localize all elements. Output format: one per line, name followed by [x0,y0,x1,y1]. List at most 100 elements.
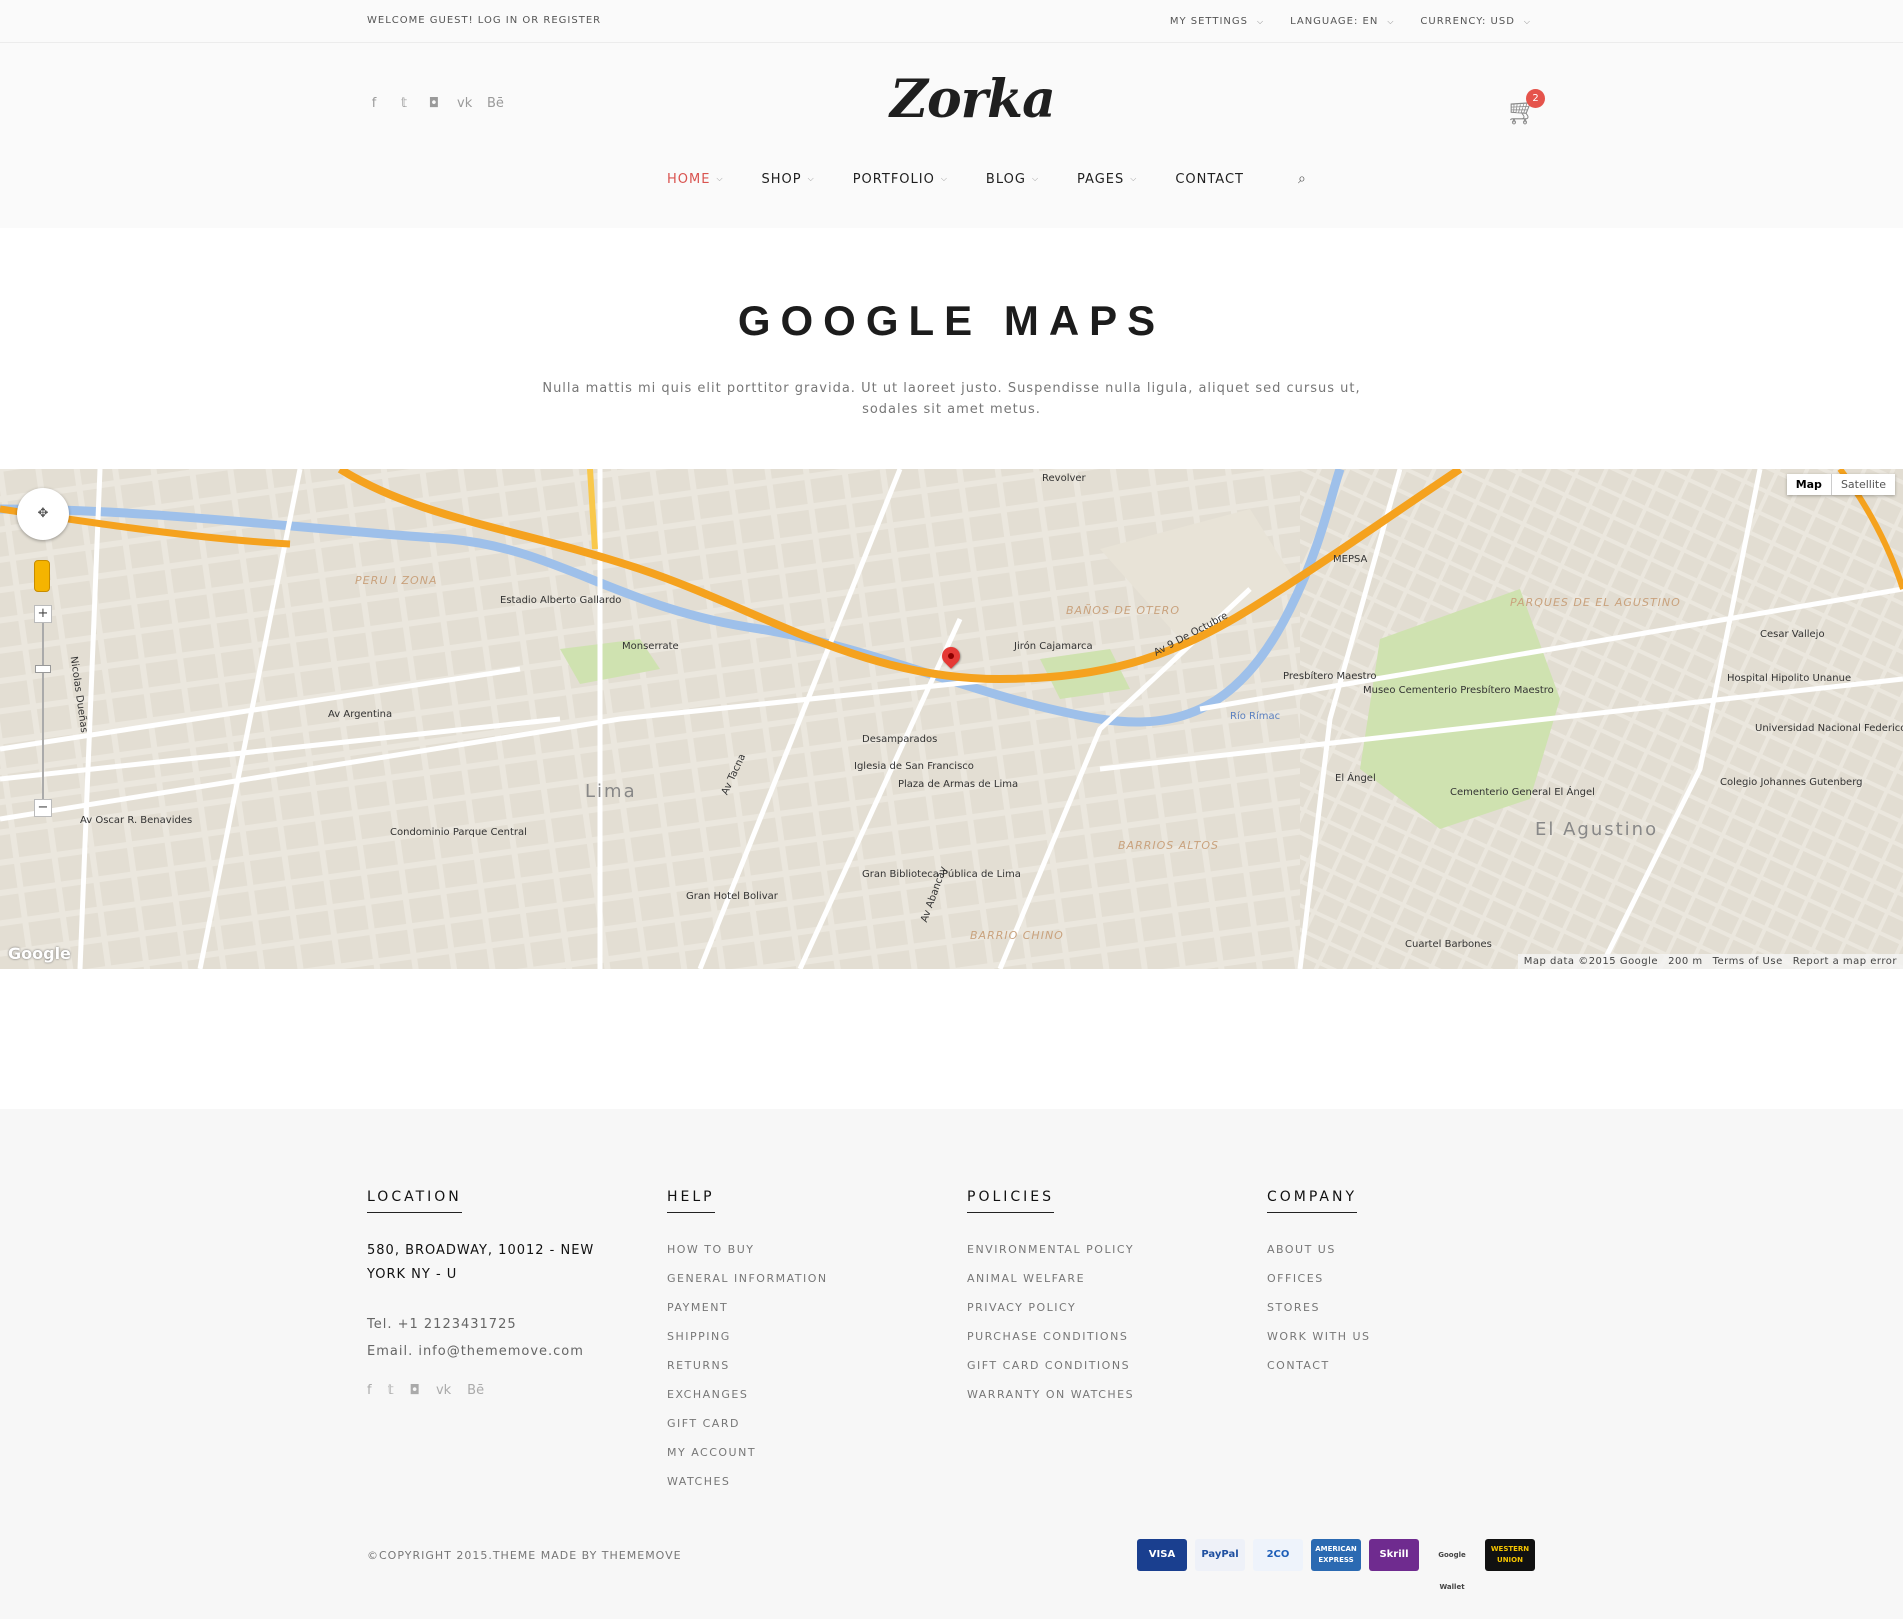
footer-contact: Tel. +1 2123431725 Email. info@thememove… [367,1311,627,1365]
footer-link[interactable]: HOW TO BUY [667,1235,828,1264]
footer-link[interactable]: ABOUT US [1267,1235,1371,1264]
footer-link[interactable]: ENVIRONMENTAL POLICY [967,1235,1134,1264]
nav-label: SHOP [761,171,802,187]
map-pan-control[interactable]: ✥ [17,488,69,540]
site-logo[interactable]: Zorka [890,69,1056,130]
map-label-condominio: Condominio Parque Central [390,827,527,838]
language-dropdown[interactable]: LANGUAGE: EN ⌵ [1290,16,1394,27]
site-header: f 𝕥 ◘ vk Bē Zorka 🛒︎ 2 HOME ⌵ SHOP ⌵ PORTF… [0,43,1903,228]
nav-label: PORTFOLIO [852,171,935,187]
footer-link[interactable]: WORK WITH US [1267,1322,1371,1351]
facebook-icon[interactable]: f [367,96,381,111]
cart-button[interactable]: 🛒︎ 2 [1506,89,1545,127]
map-terms-link[interactable]: Terms of Use [1713,956,1783,967]
footer-link[interactable]: STORES [1267,1293,1371,1322]
payment-label: PayPal [1201,1549,1239,1560]
twitter-icon[interactable]: 𝕥 [388,1383,394,1398]
nav-item-home[interactable]: HOME ⌵ [667,171,741,187]
footer-link[interactable]: ANIMAL WELFARE [967,1264,1134,1293]
zoom-slider-track[interactable] [42,623,44,799]
google-map[interactable]: Lima El Agustino Estadio Alberto Gallard… [0,469,1903,969]
map-label-estadio: Estadio Alberto Gallardo [500,595,622,606]
language-label: LANGUAGE: EN [1290,16,1379,27]
payment-label: AMERICAN EXPRESS [1315,1545,1357,1564]
footer-link[interactable]: WATCHES [667,1467,828,1496]
footer-company: COMPANY ABOUT US OFFICES STORES WORK WIT… [1267,1186,1371,1380]
page-title: GOOGLE MAPS [737,297,1166,344]
footer-link[interactable]: PURCHASE CONDITIONS [967,1322,1134,1351]
map-label-revolver: Revolver [1042,473,1086,484]
map-zoom-control: + − [34,605,52,817]
map-type-map-button[interactable]: Map [1787,474,1832,495]
map-label-monserrate: Monserrate [622,641,679,652]
map-report-link[interactable]: Report a map error [1793,956,1897,967]
payment-label: Google Wallet [1438,1551,1466,1591]
zoom-in-button[interactable]: + [34,605,52,623]
top-bar: WELCOME GUEST! LOG IN OR REGISTER MY SET… [0,0,1903,43]
map-label-av-benavides: Av Oscar R. Benavides [80,815,193,826]
street-view-pegman-icon[interactable] [34,560,50,592]
footer-link[interactable]: GIFT CARD [667,1409,828,1438]
payment-methods: VISA PayPal 2CO AMERICAN EXPRESS Skrill … [1137,1539,1535,1591]
settings-bar: MY SETTINGS ⌵ LANGUAGE: EN ⌵ CURRENCY: USD… [1170,16,1531,27]
nav-item-shop[interactable]: SHOP ⌵ [762,171,832,187]
facebook-icon[interactable]: f [367,1383,372,1398]
welcome-text[interactable]: WELCOME GUEST! LOG IN OR REGISTER [367,15,601,26]
map-canvas [0,469,1903,969]
footer-link[interactable]: WARRANTY ON WATCHES [967,1380,1134,1409]
footer-link[interactable]: SHIPPING [667,1322,828,1351]
footer-link[interactable]: GIFT CARD CONDITIONS [967,1351,1134,1380]
nav-item-contact[interactable]: CONTACT [1175,171,1261,187]
chevron-down-icon: ⌵ [940,174,948,183]
chevron-down-icon: ⌵ [1387,17,1395,26]
footer-help-links: HOW TO BUY GENERAL INFORMATION PAYMENT S… [667,1235,828,1496]
map-label-parques-agustino: PARQUES DE EL AGUSTINO [1510,596,1681,609]
footer-link[interactable]: PRIVACY POLICY [967,1293,1134,1322]
chevron-down-icon: ⌵ [807,174,815,183]
nav-label: HOME [667,171,711,187]
footer-email[interactable]: Email. info@thememove.com [367,1338,627,1365]
vk-icon[interactable]: vk [457,96,472,111]
main-nav: HOME ⌵ SHOP ⌵ PORTFOLIO ⌵ BLOG ⌵ PAGES ⌵ CONT… [667,171,1307,187]
footer-link[interactable]: RETURNS [667,1351,828,1380]
my-settings-dropdown[interactable]: MY SETTINGS ⌵ [1170,16,1264,27]
footer-link[interactable]: EXCHANGES [667,1380,828,1409]
zoom-slider-knob[interactable] [35,665,51,673]
footer-policies: POLICIES ENVIRONMENTAL POLICY ANIMAL WEL… [967,1186,1134,1409]
footer-link[interactable]: OFFICES [1267,1264,1371,1293]
map-label-iglesia: Iglesia de San Francisco [854,761,974,772]
map-scale[interactable]: 200 m [1668,956,1703,967]
my-settings-label: MY SETTINGS [1169,16,1248,27]
chevron-down-icon: ⌵ [1031,174,1040,183]
behance-icon[interactable]: Bē [487,96,504,111]
footer-heading-help: HELP [667,1189,715,1213]
behance-icon[interactable]: Bē [467,1383,484,1398]
footer-heading-location: LOCATION [367,1189,462,1213]
footer-link[interactable]: CONTACT [1267,1351,1371,1380]
google-logo[interactable]: Google [8,944,71,963]
map-type-satellite-button[interactable]: Satellite [1832,474,1895,495]
map-label-mepsa: MEPSA [1333,554,1368,565]
payment-label: Skrill [1379,1549,1409,1560]
search-icon[interactable]: ⌕ [1298,171,1307,187]
nav-item-portfolio[interactable]: PORTFOLIO ⌵ [853,171,965,187]
footer-link[interactable]: GENERAL INFORMATION [667,1264,828,1293]
footer-link[interactable]: MY ACCOUNT [667,1438,828,1467]
twitter-icon[interactable]: 𝕥 [397,96,411,111]
map-label-cementerio: Cementerio General El Ángel [1450,787,1595,798]
map-label-museo: Museo Cementerio Presbítero Maestro [1363,685,1554,696]
currency-dropdown[interactable]: CURRENCY: USD ⌵ [1420,16,1531,27]
nav-item-blog[interactable]: BLOG ⌵ [986,171,1056,187]
map-label-desamparados: Desamparados [862,734,938,745]
map-label-lima: Lima [585,781,637,802]
zoom-out-button[interactable]: − [34,799,52,817]
vk-icon[interactable]: vk [436,1383,451,1398]
nav-item-pages[interactable]: PAGES ⌵ [1077,171,1154,187]
footer-link[interactable]: PAYMENT [667,1293,828,1322]
currency-label: CURRENCY: USD [1420,16,1515,27]
footer-location: LOCATION 580, BROADWAY, 10012 - NEW YORK… [367,1186,627,1398]
instagram-icon[interactable]: ◘ [427,96,441,111]
footer-policies-links: ENVIRONMENTAL POLICY ANIMAL WELFARE PRIV… [967,1235,1134,1409]
instagram-icon[interactable]: ◘ [410,1383,420,1398]
map-label-presbitero: Presbítero Maestro [1283,671,1377,682]
